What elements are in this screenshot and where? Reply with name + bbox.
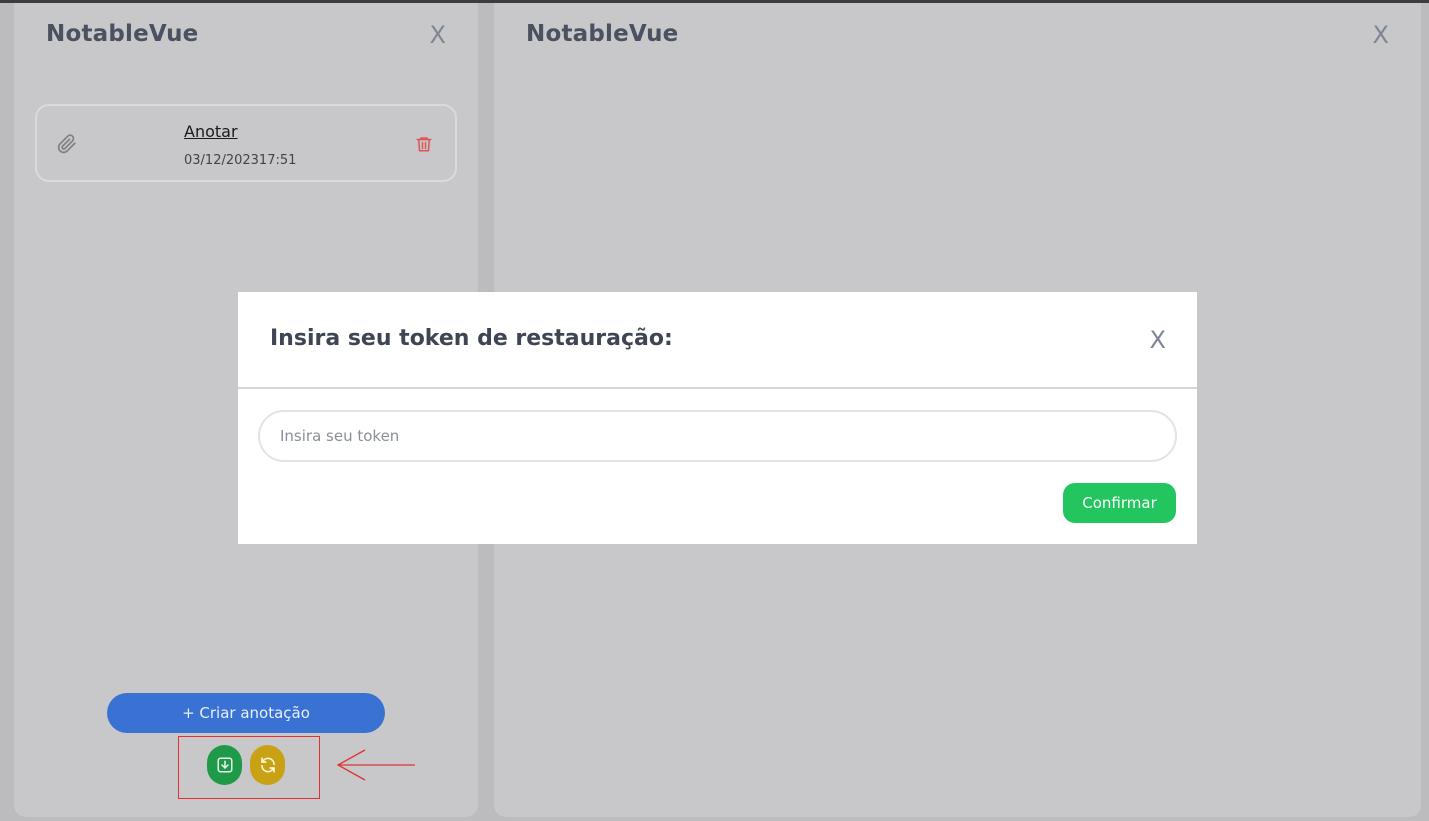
paperclip-icon bbox=[57, 134, 76, 154]
modal-close-button[interactable]: X bbox=[1150, 326, 1166, 354]
trash-icon[interactable] bbox=[415, 134, 433, 154]
editor-close-button[interactable]: X bbox=[1373, 21, 1389, 49]
note-list-item[interactable]: Anotar 03/12/202317:51 bbox=[35, 104, 457, 182]
highlight-box-annotation bbox=[178, 736, 320, 799]
sidebar-close-button[interactable]: X bbox=[430, 21, 446, 49]
create-note-button[interactable]: + Criar anotação bbox=[107, 693, 385, 733]
editor-app-title: NotableVue bbox=[526, 21, 679, 47]
arrow-left-annotation-icon bbox=[336, 749, 415, 781]
sidebar-app-title: NotableVue bbox=[46, 21, 199, 47]
note-title-link[interactable]: Anotar bbox=[184, 122, 238, 141]
confirm-button[interactable]: Confirmar bbox=[1063, 483, 1176, 523]
restore-token-modal: Insira seu token de restauração: X Confi… bbox=[238, 292, 1197, 544]
modal-title: Insira seu token de restauração: bbox=[270, 326, 673, 351]
note-date: 03/12/202317:51 bbox=[184, 153, 297, 168]
token-input[interactable] bbox=[258, 410, 1177, 462]
modal-divider bbox=[238, 387, 1197, 389]
